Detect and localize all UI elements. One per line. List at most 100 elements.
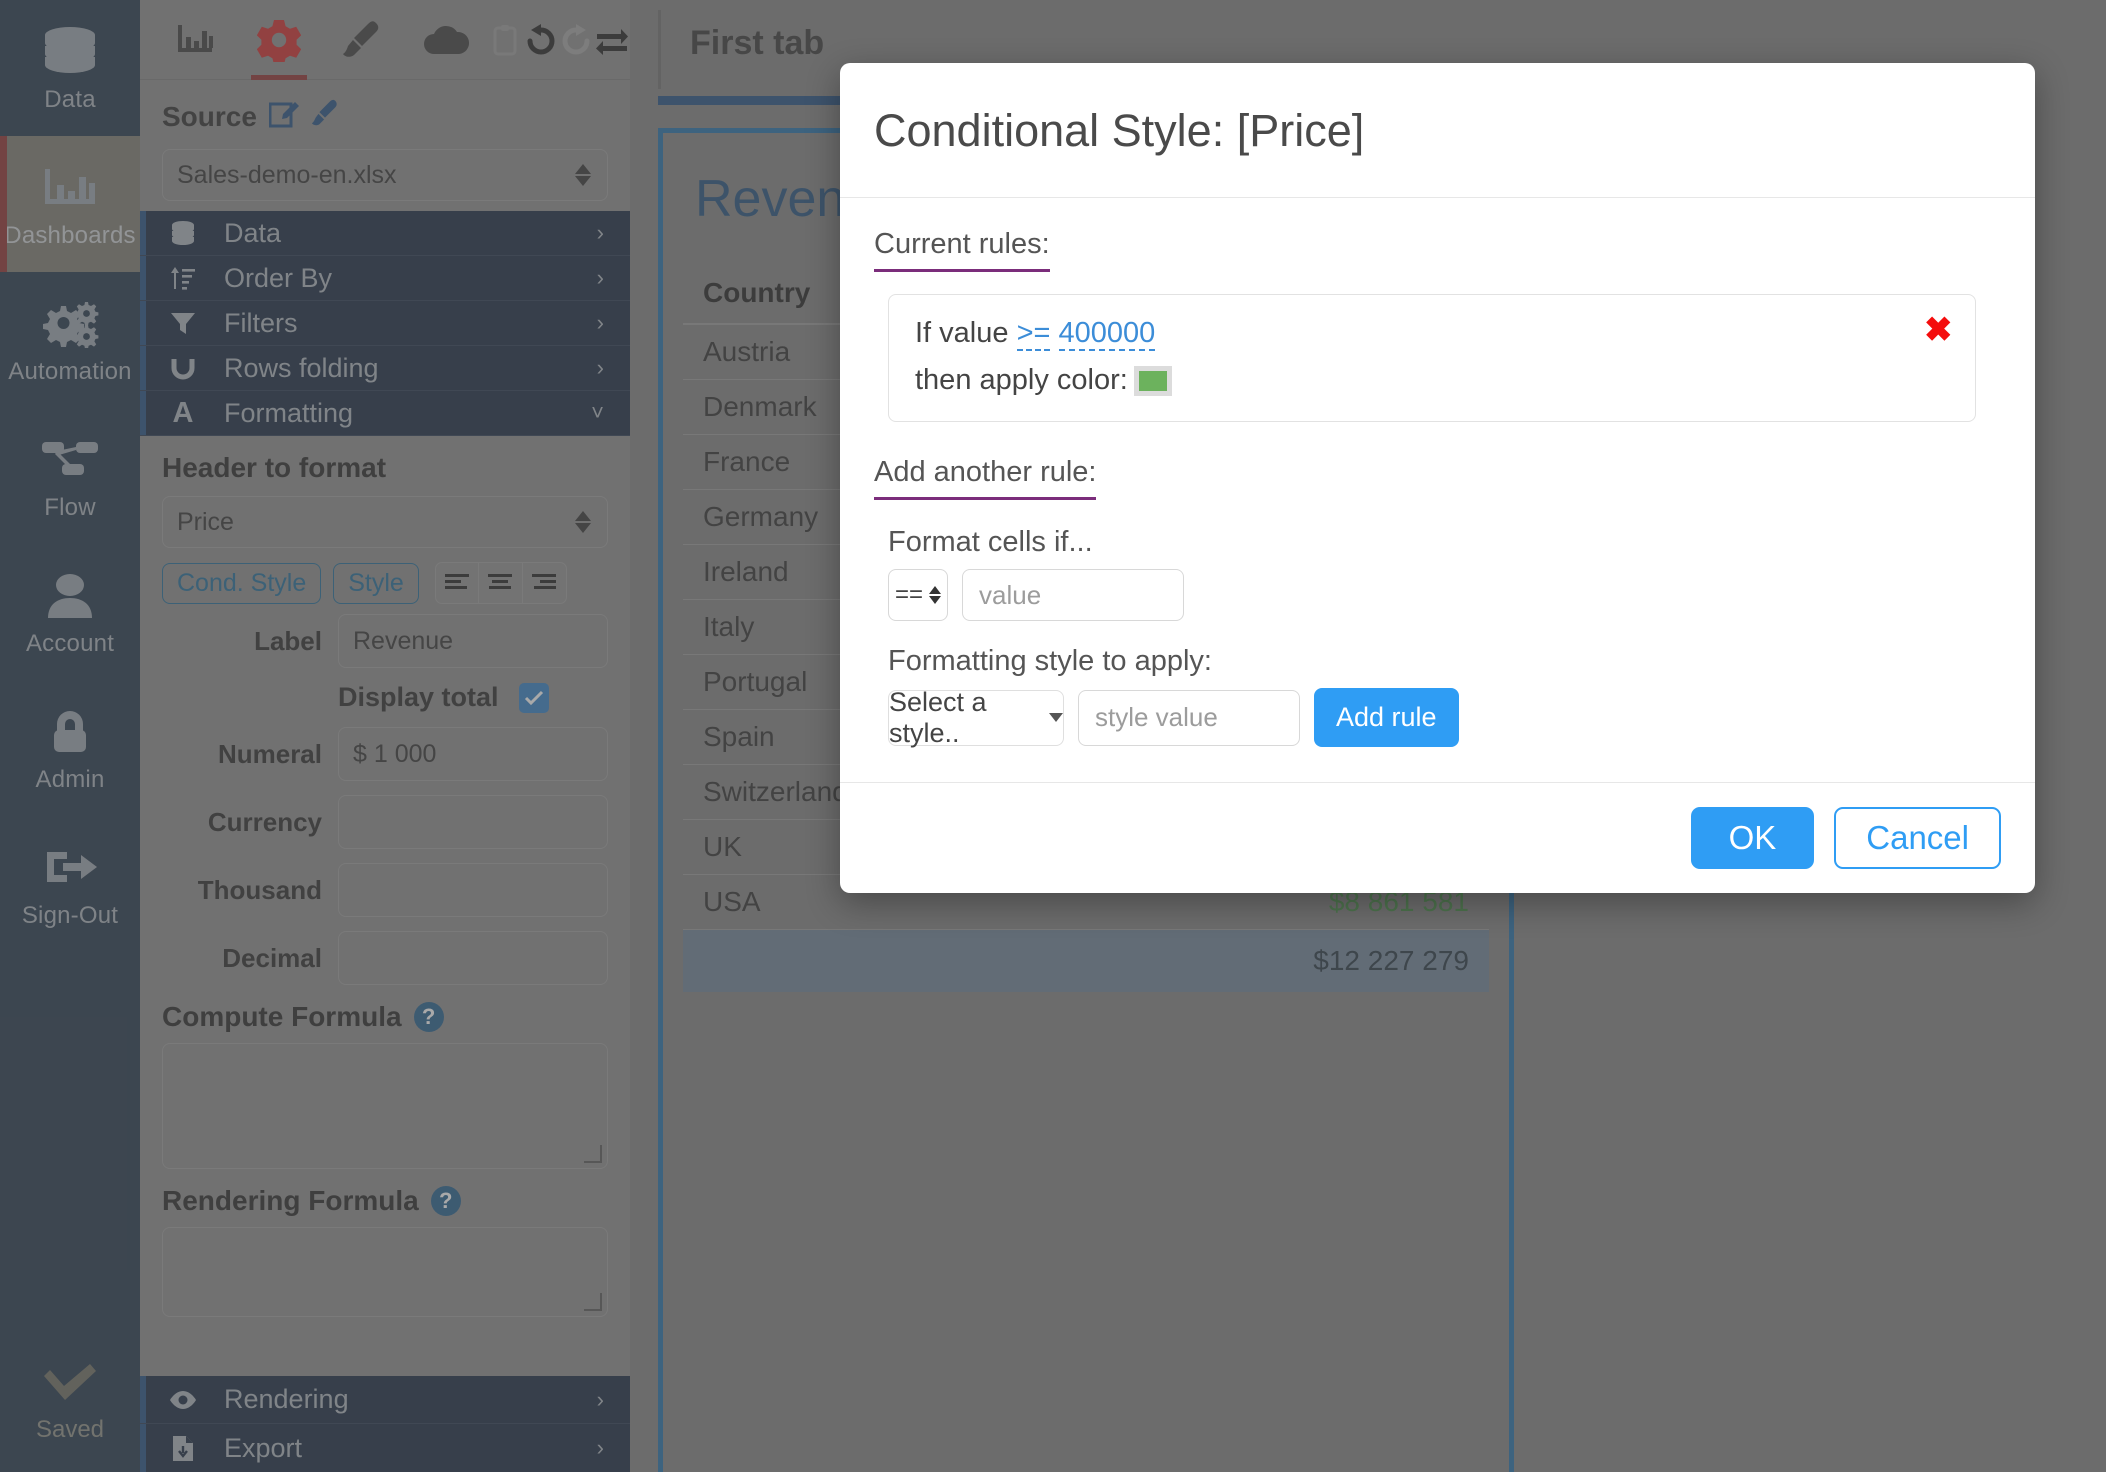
formatting-body: Header to format Price Cond. Style Style [140, 436, 630, 1317]
cell-total-revenue: $12 227 279 [1313, 945, 1469, 976]
formatting-style-label: Formatting style to apply: [888, 645, 1212, 677]
nav-item-label: Rows folding [224, 352, 379, 383]
label-field-label: Label [254, 625, 322, 656]
nav-item-rendering[interactable]: Rendering › [140, 1376, 630, 1424]
user-icon [42, 566, 98, 624]
sidebar-item-dashboards[interactable]: Dashboards [0, 136, 140, 272]
cell-country: Italy [703, 611, 755, 642]
add-another-rule-label: Add another rule: [874, 456, 1097, 500]
cell-country: Spain [703, 721, 775, 752]
rule-card: If value >= 400000 then apply color: ✖ [888, 294, 1976, 422]
decimal-select[interactable] [338, 931, 608, 985]
display-total-checkbox[interactable] [518, 682, 549, 713]
chevron-right-icon: › [596, 1435, 604, 1460]
clipboard-icon[interactable] [487, 1, 523, 79]
style-controls: Select a style.. style value Add rule [888, 686, 2001, 748]
sidebar-item-sign-out[interactable]: Sign-Out [0, 816, 140, 952]
swap-icon[interactable] [594, 1, 630, 79]
style-select-value: Select a style.. [889, 686, 987, 748]
align-right-icon[interactable] [522, 562, 567, 604]
thousand-label: Thousand [197, 874, 322, 905]
ok-button[interactable]: OK [1690, 807, 1815, 869]
edit-icon[interactable] [268, 98, 299, 135]
check-icon [40, 1354, 100, 1412]
value-input-placeholder: value [979, 579, 1042, 610]
cancel-button[interactable]: Cancel [1834, 807, 2001, 869]
sort-icon [166, 265, 200, 291]
numeral-value: $ 1 000 [353, 739, 437, 768]
style-select[interactable]: Select a style.. [888, 686, 1064, 748]
help-icon[interactable]: ? [430, 1186, 461, 1216]
align-center-icon[interactable] [478, 562, 523, 604]
nav-item-formatting[interactable]: A Formatting ˅ [140, 391, 630, 436]
sidebar-item-label: Admin [35, 766, 105, 793]
rule-color-swatch[interactable] [1133, 365, 1172, 396]
value-input[interactable]: value [962, 569, 1184, 621]
cell-country: UK [703, 831, 742, 862]
format-cells-label: Format cells if... [888, 526, 1093, 558]
database-icon [166, 220, 200, 246]
letter-a-icon: A [172, 396, 194, 429]
close-icon[interactable]: ✖ [1924, 313, 1953, 347]
undo-icon[interactable] [523, 1, 559, 79]
add-rule-button[interactable]: Add rule [1314, 688, 1459, 747]
sidebar-item-data[interactable]: Data [0, 0, 140, 136]
nav-item-label: Filters [224, 307, 298, 338]
rendering-formula-textarea[interactable] [162, 1227, 608, 1317]
nav-item-label: Rendering [224, 1384, 349, 1414]
currency-input[interactable] [338, 795, 608, 849]
cell-country: Switzerland [703, 776, 848, 807]
lock-icon [42, 702, 98, 760]
header-select[interactable]: Price [162, 496, 608, 548]
sidebar-item-label: Account [25, 630, 115, 657]
rule-condition: If value >= 400000 [915, 317, 1949, 351]
numeral-field-row: Numeral $ 1 000 [162, 727, 608, 781]
cond-style-button[interactable]: Cond. Style [162, 562, 322, 604]
tab-divider [658, 10, 661, 89]
saved-indicator: Saved [0, 1354, 140, 1444]
help-icon[interactable]: ? [413, 1002, 444, 1032]
numeral-select[interactable]: $ 1 000 [338, 727, 608, 781]
nav-item-filters[interactable]: Filters › [140, 301, 630, 346]
compute-formula-textarea[interactable] [162, 1043, 608, 1169]
chart-icon[interactable] [154, 1, 237, 79]
sidebar-item-automation[interactable]: Automation [0, 272, 140, 408]
nav-item-rows-folding[interactable]: Rows folding › [140, 346, 630, 391]
label-input-value: Revenue [353, 626, 454, 655]
header-select-value: Price [177, 507, 234, 536]
redo-icon[interactable] [559, 1, 595, 79]
sidebar-item-flow[interactable]: Flow [0, 408, 140, 544]
operator-select-value: == [894, 581, 924, 608]
decimal-label: Decimal [222, 942, 322, 973]
cell-country: France [703, 446, 791, 477]
brush-icon[interactable] [321, 1, 404, 79]
display-total-row: Display total [162, 682, 608, 713]
rule-value[interactable]: 400000 [1058, 317, 1156, 351]
style-button[interactable]: Style [333, 562, 419, 604]
nav-item-export[interactable]: Export › [140, 1424, 630, 1472]
sidebar-item-account[interactable]: Account [0, 544, 140, 680]
source-select-value: Sales-demo-en.xlsx [177, 160, 397, 189]
gear-icon[interactable] [237, 1, 320, 80]
nav-item-label: Formatting [224, 397, 354, 428]
chevron-right-icon: › [596, 265, 604, 290]
brush-icon[interactable] [311, 99, 339, 134]
chevron-updown-icon [575, 164, 591, 186]
file-download-icon [166, 1435, 200, 1462]
nav-item-data[interactable]: Data › [140, 211, 630, 256]
rule-operator[interactable]: >= [1016, 317, 1051, 351]
label-input[interactable]: Revenue [338, 614, 608, 668]
chevron-right-icon: › [596, 355, 604, 380]
operator-select[interactable]: == [888, 569, 948, 621]
sidebar-item-admin[interactable]: Admin [0, 680, 140, 816]
tab-first-tab[interactable]: First tab [690, 24, 824, 63]
style-value-input[interactable]: style value [1078, 689, 1300, 746]
thousand-select[interactable] [338, 863, 608, 917]
cloud-icon[interactable] [404, 1, 487, 79]
source-title: Source [162, 98, 608, 135]
align-left-icon[interactable] [434, 562, 479, 604]
settings-panel: Source Sales-demo-en.xlsx Data › Order B… [140, 0, 630, 1472]
source-select[interactable]: Sales-demo-en.xlsx [162, 149, 608, 201]
nav-item-order-by[interactable]: Order By › [140, 256, 630, 301]
column-header-country[interactable]: Country [703, 277, 810, 309]
